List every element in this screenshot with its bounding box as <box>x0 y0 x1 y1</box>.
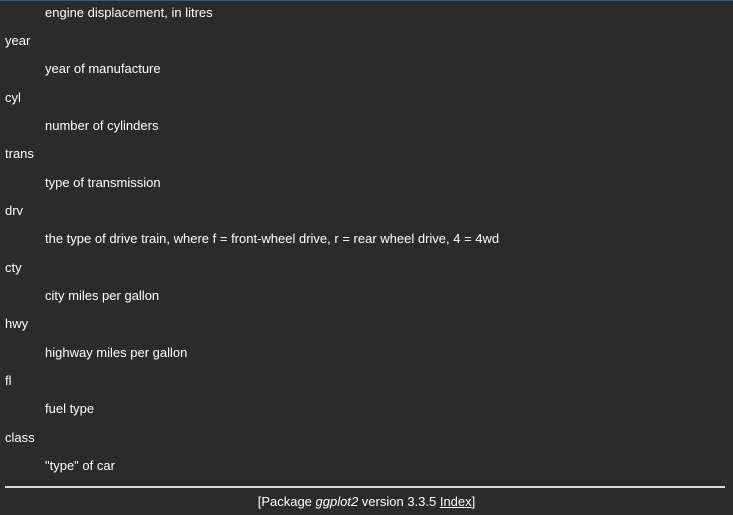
description-class: "type" of car <box>45 458 115 473</box>
description-cyl: number of cylinders <box>45 118 159 133</box>
term-cty: cty <box>5 260 22 275</box>
index-link[interactable]: Index <box>440 494 472 509</box>
footer-close: ] <box>471 494 476 509</box>
description-trans: type of transmission <box>45 175 161 190</box>
term-hwy: hwy <box>5 316 29 331</box>
term-trans: trans <box>5 146 34 161</box>
term-fl: fl <box>5 373 12 388</box>
package-footer: [Package ggplot2 version 3.3.5 Index] <box>0 494 733 510</box>
description-hwy: highway miles per gallon <box>45 345 188 360</box>
description-cty: city miles per gallon <box>45 288 160 303</box>
help-page: engine displacement, in litres year year… <box>0 0 733 515</box>
description-year: year of manufacture <box>45 61 161 76</box>
term-class: class <box>5 430 35 445</box>
description-fl: fuel type <box>45 401 95 416</box>
description-drv: the type of drive train, where f = front… <box>45 231 500 246</box>
term-cyl: cyl <box>5 90 21 105</box>
footer-package-name: ggplot2 <box>315 494 359 509</box>
description-displ: engine displacement, in litres <box>45 5 213 20</box>
footer-open: [Package <box>257 494 316 509</box>
term-drv: drv <box>5 203 24 218</box>
footer-divider <box>5 486 725 488</box>
term-year: year <box>5 33 31 48</box>
footer-version: version 3.3.5 <box>358 494 440 509</box>
